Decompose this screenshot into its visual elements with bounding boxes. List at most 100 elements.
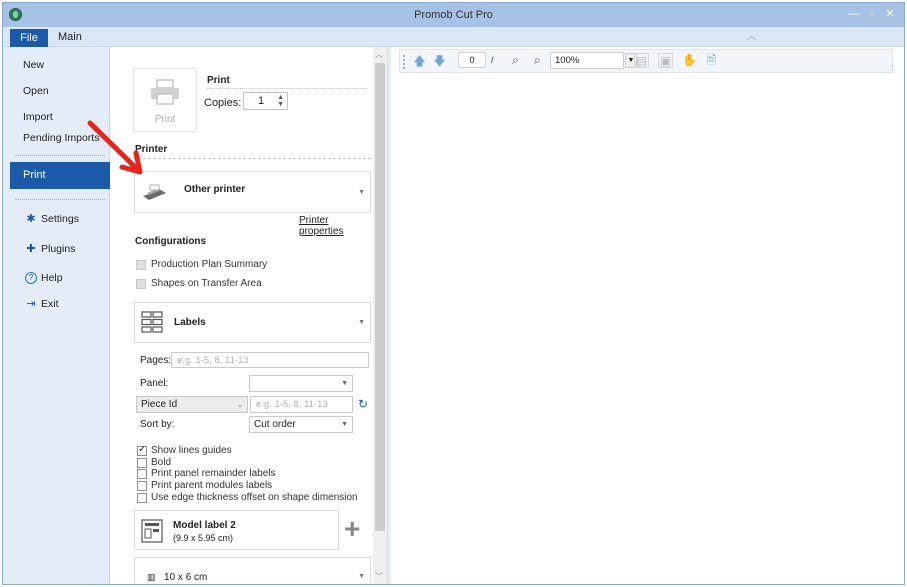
- zoom-out-icon[interactable]: ⌕: [530, 53, 545, 68]
- heading-divider: [207, 88, 367, 89]
- add-label-icon[interactable]: +: [344, 515, 360, 543]
- window-title: Promob Cut Pro: [414, 9, 493, 21]
- spin-arrows-icon[interactable]: ▲ ▼: [277, 94, 284, 108]
- label-size-select[interactable]: ▥ 10 x 6 cm ▼: [134, 557, 371, 584]
- hand-tool-icon[interactable]: ✋: [682, 53, 697, 68]
- printer-icon: [151, 79, 179, 105]
- edge-thickness-label: Use edge thickness offset on shape dimen…: [151, 492, 358, 503]
- parent-modules-checkbox[interactable]: [137, 481, 147, 491]
- panel-label: Panel:: [140, 378, 169, 389]
- printer-properties-link[interactable]: Printer properties: [299, 215, 373, 237]
- sort-by-value: Cut order: [254, 419, 296, 430]
- chevron-down-icon: ▼: [358, 573, 365, 580]
- zoom-select[interactable]: 100% ▼: [550, 52, 637, 69]
- printer-device-icon: [143, 184, 166, 200]
- chevron-down-icon: ▼: [341, 380, 348, 387]
- chevron-down-icon: ▼: [341, 421, 348, 428]
- sidebar-item-label: Help: [41, 272, 63, 284]
- printer-name: Other printer: [184, 184, 246, 195]
- configurations-section-title: Configurations: [135, 236, 207, 247]
- filter-field-value: Piece Id: [141, 399, 178, 410]
- pages-label: Pages:: [140, 355, 172, 366]
- minimize-icon[interactable]: —: [848, 7, 860, 21]
- report-type-select[interactable]: Labels ▼: [134, 302, 371, 343]
- filter-placeholder: e.g. 1-5, 8, 11-13: [256, 399, 328, 410]
- sidebar-divider: [15, 155, 105, 156]
- refresh-icon[interactable]: ↻: [358, 397, 368, 411]
- page-number-input[interactable]: 0: [458, 52, 486, 68]
- title-bar: Promob Cut Pro — ▫ ✕: [3, 3, 904, 27]
- close-icon[interactable]: ✕: [884, 7, 896, 21]
- edge-thickness-checkbox[interactable]: [137, 493, 147, 503]
- ribbon-collapse-icon[interactable]: ︿: [747, 29, 756, 42]
- parent-modules-label: Print parent modules labels: [151, 480, 273, 491]
- sidebar-item-print[interactable]: Print: [10, 162, 110, 189]
- show-lines-guides-checkbox[interactable]: [137, 444, 147, 456]
- shapes-transfer-checkbox[interactable]: [136, 279, 146, 289]
- filter-input[interactable]: e.g. 1-5, 8, 11-13: [250, 396, 353, 413]
- help-icon: ?: [25, 272, 37, 284]
- label-model-select[interactable]: Model label 2 (9.9 x 5.95 cm): [134, 510, 339, 550]
- toolbar-grip[interactable]: [403, 55, 405, 69]
- chevron-down-icon: ⌄: [237, 402, 243, 409]
- bold-label: Bold: [151, 457, 172, 468]
- print-preview-icon[interactable]: ▤: [634, 53, 649, 68]
- copies-value: 1: [258, 95, 265, 107]
- export-icon[interactable]: ▣: [658, 53, 673, 68]
- scroll-down-icon[interactable]: ﹀: [375, 571, 383, 582]
- sidebar-item-label: Settings: [41, 213, 79, 225]
- puzzle-icon: ✚: [26, 243, 36, 255]
- pages-placeholder: e.g. 1-5, 8, 11-13: [177, 355, 249, 366]
- app-window: Promob Cut Pro — ▫ ✕ File Main ︿ New Ope…: [2, 2, 905, 585]
- gear-icon: ✱: [26, 213, 36, 225]
- maximize-icon[interactable]: ▫: [866, 7, 878, 21]
- page-separator: /: [491, 55, 494, 65]
- file-sidebar: New Open Import Pending Imports Print ✱ …: [3, 47, 110, 584]
- sidebar-item-label: Exit: [41, 298, 59, 310]
- print-settings-panel: Print Print Copies: 1 ▲ ▼ Printer Other p…: [111, 47, 373, 584]
- sidebar-item-open[interactable]: Open: [23, 85, 49, 97]
- exit-icon: ⇥: [26, 298, 36, 310]
- toolbar-overflow-icon[interactable]: ⋮: [889, 63, 903, 71]
- printer-section-title: Printer: [135, 144, 168, 155]
- label-model-name: Model label 2: [173, 520, 236, 531]
- page-down-icon[interactable]: 🡇: [432, 54, 447, 69]
- zoom-value: 100%: [555, 55, 580, 66]
- panel-remainder-checkbox[interactable]: [137, 469, 147, 479]
- label-size-value: 10 x 6 cm: [164, 572, 208, 583]
- production-plan-checkbox[interactable]: [136, 260, 146, 270]
- panel-splitter[interactable]: [387, 47, 391, 584]
- tab-main[interactable]: Main: [58, 31, 82, 43]
- printer-select[interactable]: Other printer ▼: [134, 171, 371, 213]
- sidebar-divider: [15, 199, 105, 200]
- print-button[interactable]: Print: [133, 68, 197, 132]
- chevron-down-icon: ▼: [358, 189, 365, 196]
- label-template-icon: [141, 519, 163, 543]
- ribbon-tab-bar: File Main ︿: [3, 27, 904, 47]
- sidebar-item-pending-imports[interactable]: Pending Imports: [23, 132, 99, 144]
- sidebar-item-new[interactable]: New: [23, 59, 44, 71]
- sidebar-item-label: Plugins: [41, 243, 76, 255]
- scrollbar-thumb[interactable]: [375, 63, 385, 531]
- sidebar-item-label: Print: [23, 169, 46, 181]
- sort-by-label: Sort by:: [140, 419, 175, 430]
- bold-checkbox[interactable]: [137, 458, 147, 468]
- label-model-size: (9.9 x 5.95 cm): [173, 533, 234, 543]
- scroll-up-icon[interactable]: ︿: [375, 49, 383, 60]
- zoom-in-icon[interactable]: ⌕: [508, 53, 523, 68]
- page-setup-icon[interactable]: 🗎: [704, 53, 719, 68]
- pages-input[interactable]: e.g. 1-5, 8, 11-13: [171, 352, 369, 368]
- panel-select[interactable]: ▼: [249, 375, 353, 392]
- print-button-label: Print: [154, 114, 176, 125]
- sort-by-select[interactable]: Cut order ▼: [249, 416, 353, 433]
- panel-remainder-label: Print panel remainder labels: [151, 468, 276, 479]
- tab-file[interactable]: File: [10, 29, 48, 47]
- settings-scrollbar[interactable]: ︿ ﹀: [373, 47, 387, 584]
- shapes-transfer-label: Shapes on Transfer Area: [151, 278, 262, 289]
- page-up-icon[interactable]: 🡅: [412, 54, 427, 69]
- copies-stepper[interactable]: 1 ▲ ▼: [243, 92, 288, 110]
- production-plan-label: Production Plan Summary: [151, 259, 268, 270]
- filter-field-select[interactable]: Piece Id ⌄: [136, 396, 248, 413]
- sidebar-item-import[interactable]: Import: [23, 111, 53, 123]
- window-controls: — ▫ ✕: [848, 7, 896, 21]
